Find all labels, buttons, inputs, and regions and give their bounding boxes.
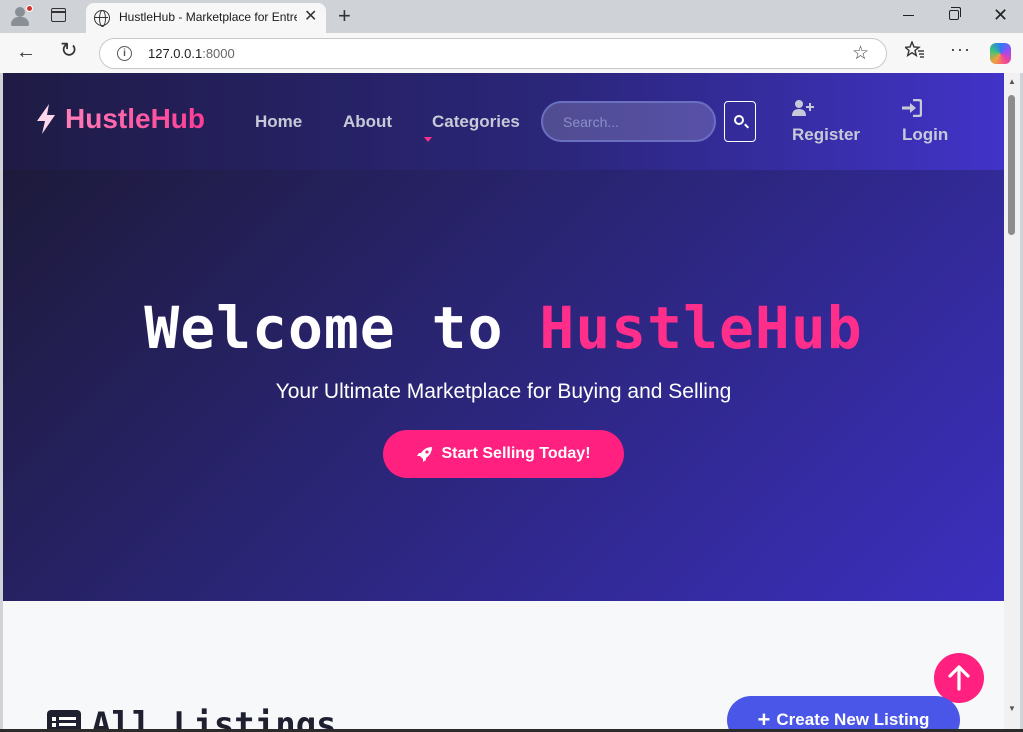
reload-button[interactable]: ↻ [60, 40, 78, 62]
nav-link-home[interactable]: Home [255, 112, 302, 132]
search-button[interactable] [724, 101, 756, 142]
categories-caret-icon[interactable] [424, 137, 432, 142]
new-tab-button[interactable]: + [338, 4, 351, 28]
browser-tab-bar: HustleHub - Marketplace for Entrepreneur… [0, 0, 1023, 33]
scroll-up-icon[interactable]: ▲ [1008, 77, 1016, 86]
arrow-up-icon [948, 665, 970, 691]
start-selling-button[interactable]: Start Selling Today! [383, 430, 624, 478]
sign-in-icon [902, 99, 948, 117]
favorites-icon[interactable] [903, 40, 925, 64]
hero-title-accent: HustleHub [539, 294, 863, 362]
browser-toolbar: ← ↻ i 127.0.0.1:8000 ☆ ··· [0, 33, 1023, 73]
url-host: 127.0.0.1 [148, 46, 203, 61]
url-text[interactable]: 127.0.0.1:8000 [148, 46, 235, 61]
address-bar[interactable]: i 127.0.0.1:8000 ☆ [99, 38, 887, 69]
scrollbar-thumb[interactable] [1008, 95, 1015, 235]
hero-title-prefix: Welcome to [144, 294, 540, 362]
site-navbar: HustleHub Home About Categories Register… [3, 73, 1004, 170]
create-listing-button[interactable]: + Create New Listing [727, 696, 960, 729]
hero-title: Welcome to HustleHub [3, 294, 1004, 362]
globe-icon [94, 10, 110, 27]
page-scrollbar[interactable]: ▲ ▼ [1004, 73, 1020, 729]
rocket-icon [417, 446, 433, 462]
start-selling-label: Start Selling Today! [441, 445, 591, 462]
url-port: :8000 [202, 46, 235, 61]
scroll-down-icon[interactable]: ▼ [1008, 704, 1016, 713]
star-icon[interactable]: ☆ [852, 42, 869, 65]
listings-title: All Listings [91, 705, 337, 729]
user-plus-icon [792, 99, 860, 117]
page-viewport: HustleHub Home About Categories Register… [3, 73, 1004, 729]
nav-link-about[interactable]: About [343, 112, 392, 132]
copilot-icon[interactable] [990, 43, 1011, 64]
nav-link-register[interactable]: Register [792, 99, 860, 145]
window-close-icon[interactable]: ✕ [993, 5, 1008, 25]
more-menu-icon[interactable]: ··· [950, 39, 971, 60]
create-listing-label: Create New Listing [776, 710, 930, 729]
tab-title: HustleHub - Marketplace for Entrepreneur… [119, 10, 297, 24]
nav-link-categories[interactable]: Categories [432, 112, 520, 132]
info-icon[interactable]: i [117, 46, 132, 61]
back-button[interactable]: ← [16, 41, 36, 63]
plus-icon: + [757, 707, 771, 729]
hero-subtitle: Your Ultimate Marketplace for Buying and… [275, 380, 732, 403]
restore-icon[interactable] [949, 7, 961, 20]
back-to-top-button[interactable] [934, 653, 984, 703]
tab-close-icon[interactable]: ✕ [304, 8, 317, 26]
login-label: Login [902, 125, 949, 144]
listings-heading: All Listings [47, 705, 337, 729]
list-icon [47, 710, 81, 729]
brand-logo[interactable]: HustleHub [35, 103, 205, 135]
nav-link-login[interactable]: Login [902, 99, 948, 145]
bolt-icon [37, 104, 55, 134]
hero-section: Welcome to HustleHub Your Ultimate Marke… [3, 170, 1004, 601]
register-label: Register [792, 125, 861, 144]
minimize-icon[interactable] [903, 15, 914, 17]
brand-name: HustleHub [65, 103, 205, 134]
tab-actions-icon[interactable] [51, 8, 66, 22]
profile-icon[interactable] [9, 5, 33, 27]
search-icon [734, 115, 744, 125]
browser-tab[interactable]: HustleHub - Marketplace for Entrepreneur… [86, 3, 326, 33]
search-input[interactable] [541, 101, 716, 142]
